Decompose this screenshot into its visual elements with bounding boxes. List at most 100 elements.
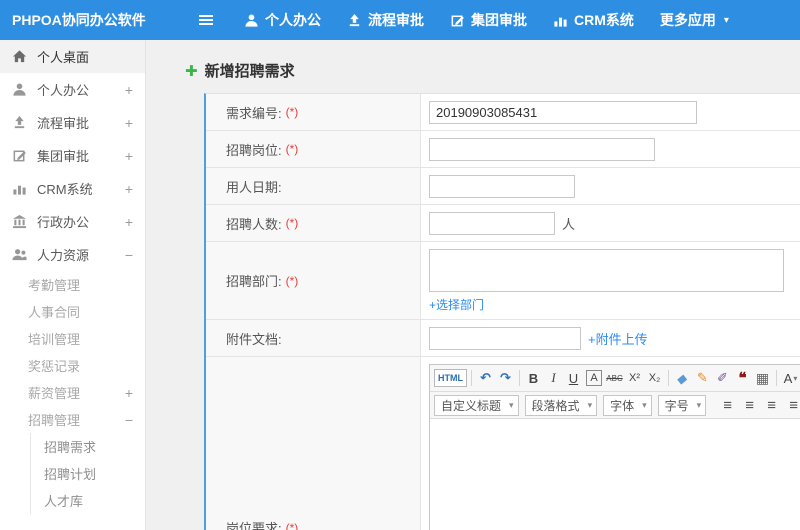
sidebar-item-hr-contract[interactable]: 人事合同 xyxy=(0,298,145,325)
sidebar-item-crm-system[interactable]: CRM系统 + xyxy=(0,172,145,205)
bold-button[interactable]: B xyxy=(524,368,543,389)
html-source-button[interactable]: HTML xyxy=(434,369,467,387)
sidebar-item-salary[interactable]: 薪资管理 + xyxy=(0,379,145,406)
underline-button[interactable]: U xyxy=(564,368,583,389)
sidebar-item-label: 人事合同 xyxy=(28,305,81,320)
label-text: 岗位要求: xyxy=(226,521,282,530)
sidebar-item-label: 集团审批 xyxy=(37,149,90,164)
department-textarea[interactable] xyxy=(429,249,784,292)
align-center-icon[interactable]: ≡ xyxy=(740,395,759,416)
page-header: ✚ 新增招聘需求 xyxy=(147,40,800,93)
edit-icon xyxy=(12,148,28,163)
subscript-button[interactable]: X₂ xyxy=(645,368,664,389)
blockquote-icon[interactable]: ❝ xyxy=(733,368,752,389)
page-title: 新增招聘需求 xyxy=(204,63,295,80)
form-row-attachment: 附件文档: +附件上传 xyxy=(206,320,800,357)
font-color-label: A xyxy=(783,370,793,386)
align-right-icon[interactable]: ≡ xyxy=(762,395,781,416)
sidebar-item-label: 流程审批 xyxy=(37,116,90,131)
sidebar-item-personal-office[interactable]: 个人办公 + xyxy=(0,73,145,106)
edit-icon xyxy=(450,13,465,28)
headcount-input[interactable] xyxy=(429,211,555,235)
collapse-toggle[interactable]: − xyxy=(125,413,133,427)
label-text: 招聘岗位: xyxy=(226,142,282,158)
bar-chart-icon xyxy=(12,181,28,196)
hire-date-input[interactable] xyxy=(429,174,575,198)
font-family-select[interactable]: 字体 ▾ xyxy=(603,394,652,416)
select-label: 字号 xyxy=(664,398,689,413)
pen-icon[interactable]: ✐ xyxy=(713,368,732,389)
redo-icon[interactable]: ↷ xyxy=(496,368,515,389)
attachment-upload-link[interactable]: +附件上传 xyxy=(588,329,648,348)
caret-down-icon: ▾ xyxy=(793,373,798,383)
label-text: 用人日期: xyxy=(226,179,282,195)
eraser-icon[interactable]: ◆ xyxy=(671,368,694,389)
font-size-select[interactable]: 字号 ▾ xyxy=(657,394,707,416)
required-mark: (*) xyxy=(285,273,299,288)
nav-group-approval[interactable]: 集团审批 xyxy=(450,10,527,30)
caret-down-icon: ▾ xyxy=(723,14,729,26)
expand-toggle[interactable]: + xyxy=(125,215,133,229)
nav-label: CRM系统 xyxy=(574,12,634,28)
collapse-toggle[interactable]: − xyxy=(125,248,133,262)
sidebar-item-rewards[interactable]: 奖惩记录 xyxy=(0,352,145,379)
nav-crm-system[interactable]: CRM系统 xyxy=(553,10,634,30)
request-code-input[interactable] xyxy=(429,100,697,124)
sidebar-item-workflow-approval[interactable]: 流程审批 + xyxy=(0,106,145,139)
label-text: 附件文档: xyxy=(226,331,282,347)
caret-down-icon: ▾ xyxy=(696,399,702,410)
home-icon xyxy=(12,49,28,64)
editor-content-area[interactable] xyxy=(430,419,800,530)
align-left-icon[interactable]: ≡ xyxy=(718,395,737,416)
sidebar-item-admin-office[interactable]: 行政办公 + xyxy=(0,205,145,238)
sidebar-item-human-resources[interactable]: 人力资源 − xyxy=(0,238,145,271)
superscript-button[interactable]: X² xyxy=(625,368,644,389)
nav-personal-office[interactable]: 个人办公 xyxy=(244,10,321,30)
sidebar: 个人桌面 个人办公 + 流程审批 + 集团审批 + CRM系统 + 行政办公 +… xyxy=(0,40,146,530)
field-label: 岗位要求: (*) xyxy=(206,357,421,530)
hamburger-menu-icon[interactable] xyxy=(198,12,214,28)
font-color-button[interactable]: A ▾ xyxy=(781,368,800,389)
undo-icon[interactable]: ↶ xyxy=(476,368,495,389)
expand-toggle[interactable]: + xyxy=(125,83,133,97)
strikethrough-button[interactable]: ABC xyxy=(605,368,624,389)
sidebar-item-group-approval[interactable]: 集团审批 + xyxy=(0,139,145,172)
table-icon[interactable]: ▦ xyxy=(753,368,772,389)
position-input[interactable] xyxy=(429,137,655,161)
person-icon xyxy=(12,82,28,97)
italic-button[interactable]: I xyxy=(544,368,563,389)
sidebar-item-recruit-mgmt[interactable]: 招聘管理 − xyxy=(0,406,145,433)
app-logo: PHPOA协同办公软件 xyxy=(12,12,146,28)
sidebar-item-recruit-plan[interactable]: 招聘计划 xyxy=(31,460,145,487)
nav-more-apps[interactable]: 更多应用 ▾ xyxy=(660,10,729,30)
expand-toggle[interactable]: + xyxy=(125,149,133,163)
nav-label: 更多应用 xyxy=(659,12,716,28)
select-department-link[interactable]: +选择部门 xyxy=(429,296,484,313)
sidebar-item-training[interactable]: 培训管理 xyxy=(0,325,145,352)
sidebar-item-label: 行政办公 xyxy=(37,215,90,230)
sidebar-item-label: 人力资源 xyxy=(37,248,90,263)
field-label: 招聘部门: (*) xyxy=(206,242,421,319)
expand-toggle[interactable]: + xyxy=(125,116,133,130)
toolbar-separator xyxy=(776,370,777,386)
sidebar-item-attendance[interactable]: 考勤管理 xyxy=(0,271,145,298)
align-justify-icon[interactable]: ≡ xyxy=(784,395,800,416)
format-brush-icon[interactable]: ✎ xyxy=(693,368,712,389)
caret-down-icon: ▾ xyxy=(509,399,514,410)
paragraph-format-select[interactable]: 段落格式 ▾ xyxy=(524,394,598,416)
select-label: 字体 xyxy=(610,398,635,413)
sidebar-item-label: 个人办公 xyxy=(37,83,90,98)
form-row-count: 招聘人数: (*) 人 xyxy=(206,205,800,242)
expand-toggle[interactable]: + xyxy=(125,182,133,196)
expand-toggle[interactable]: + xyxy=(125,386,133,400)
field-label: 需求编号: (*) xyxy=(206,94,421,130)
attachment-input[interactable] xyxy=(429,326,581,350)
sidebar-item-recruit-request[interactable]: 招聘需求 xyxy=(31,433,145,460)
custom-heading-select[interactable]: 自定义标题 ▾ xyxy=(434,394,519,416)
upload-icon xyxy=(12,115,28,130)
sidebar-item-personal-desktop[interactable]: 个人桌面 xyxy=(0,40,145,73)
sidebar-item-talent-pool[interactable]: 人才库 xyxy=(31,487,145,514)
char-border-button[interactable]: A xyxy=(586,370,602,386)
sidebar-item-label: 招聘计划 xyxy=(44,467,97,482)
nav-workflow-approval[interactable]: 流程审批 xyxy=(347,10,424,30)
